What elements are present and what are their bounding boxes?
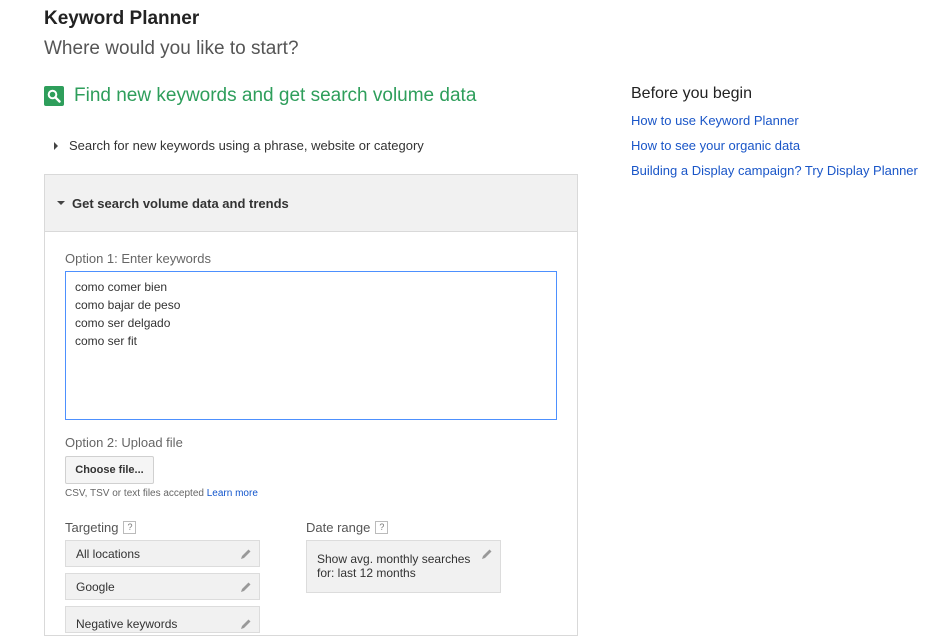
- sidebar-title: Before you begin: [631, 85, 752, 102]
- phrase-search-label: Search for new keywords using a phrase, …: [69, 138, 424, 153]
- pencil-icon: [241, 582, 251, 592]
- file-note-text: CSV, TSV or text files accepted: [65, 488, 204, 499]
- help-icon[interactable]: ?: [375, 521, 389, 534]
- search-icon: [44, 86, 64, 106]
- pencil-icon: [241, 549, 251, 559]
- targeting-negative-keywords-value: Negative keywords: [76, 617, 178, 631]
- targeting-network-value: Google: [76, 579, 115, 594]
- phrase-search-toggle[interactable]: Search for new keywords using a phrase, …: [54, 138, 424, 153]
- page-subtitle: Where would you like to start?: [44, 38, 299, 59]
- section-heading: Find new keywords and get search volume …: [44, 85, 476, 107]
- sidebar-link-organic-data[interactable]: How to see your organic data: [631, 138, 800, 153]
- caret-right-icon: [54, 141, 58, 150]
- targeting-label-text: Targeting: [65, 520, 119, 535]
- targeting-locations[interactable]: All locations: [65, 540, 260, 567]
- targeting-locations-value: All locations: [76, 546, 141, 561]
- keyword-line: como bajar de peso: [75, 298, 181, 312]
- sidebar-link-keyword-planner-help[interactable]: How to use Keyword Planner: [631, 113, 799, 128]
- section-heading-text: Find new keywords and get search volume …: [74, 85, 477, 106]
- learn-more-link[interactable]: Learn more: [207, 488, 258, 499]
- panel-header-label: Get search volume data and trends: [72, 195, 289, 211]
- pencil-icon: [241, 619, 251, 629]
- date-range-label: Date range ?: [306, 520, 389, 535]
- file-note: CSV, TSV or text files accepted Learn mo…: [65, 488, 258, 499]
- keyword-line: como ser delgado: [75, 316, 171, 330]
- targeting-negative-keywords[interactable]: Negative keywords: [65, 606, 260, 633]
- targeting-label: Targeting ?: [65, 520, 137, 535]
- keyword-line: como comer bien: [75, 280, 168, 294]
- date-range-label-text: Date range: [306, 520, 371, 535]
- option1-label: Option 1: Enter keywords: [65, 251, 211, 266]
- date-range-value: Show avg. monthly searches for: last 12 …: [317, 552, 471, 580]
- panel-header-toggle[interactable]: Get search volume data and trends: [45, 175, 577, 232]
- date-range-selector[interactable]: Show avg. monthly searches for: last 12 …: [306, 540, 501, 593]
- option2-label: Option 2: Upload file: [65, 435, 183, 450]
- targeting-network[interactable]: Google: [65, 573, 260, 600]
- keywords-textarea[interactable]: como comer bien como bajar de peso como …: [65, 271, 557, 420]
- pencil-icon: [482, 549, 492, 559]
- choose-file-button[interactable]: Choose file...: [65, 456, 154, 484]
- sidebar-link-display-planner[interactable]: Building a Display campaign? Try Display…: [631, 163, 918, 178]
- help-icon[interactable]: ?: [123, 521, 137, 534]
- page-title: Keyword Planner: [44, 8, 200, 29]
- keyword-line: como ser fit: [75, 334, 138, 348]
- caret-down-icon: [57, 201, 65, 205]
